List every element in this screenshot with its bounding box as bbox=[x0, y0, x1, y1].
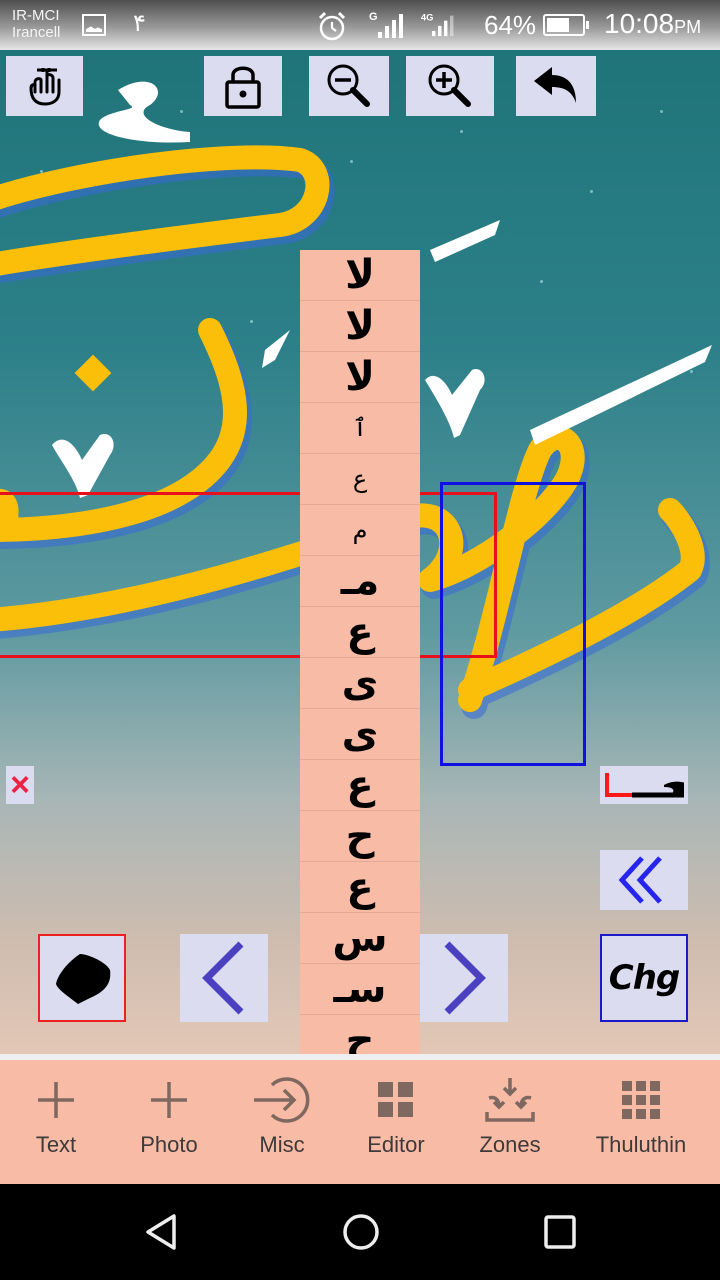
glyph-palette-item[interactable]: ح bbox=[300, 1015, 420, 1054]
clock-suffix: PM bbox=[674, 17, 702, 37]
toolbar-label: Misc bbox=[259, 1132, 305, 1157]
glyph-palette-item[interactable]: ع bbox=[300, 607, 420, 658]
glyph-palette-item[interactable]: ى bbox=[300, 658, 420, 709]
calligraphy-canvas[interactable]: × Chg لا لا لا ٱ ع م مـ ع ى ى ع ح ع س سـ ح bbox=[0, 50, 720, 1054]
glyph-palette-item[interactable]: ح bbox=[300, 811, 420, 862]
carrier-name: IR-MCI Irancell bbox=[12, 7, 60, 41]
plus-icon bbox=[139, 1070, 199, 1130]
toolbar-label: Photo bbox=[140, 1132, 198, 1157]
toolbar-label: Zones bbox=[479, 1132, 541, 1157]
delete-button[interactable]: × bbox=[6, 766, 34, 804]
selection-box-red[interactable] bbox=[0, 492, 497, 658]
undo-button[interactable] bbox=[516, 56, 596, 116]
double-chevron-left-icon bbox=[618, 856, 662, 904]
nib-shape-icon bbox=[56, 954, 111, 1004]
toolbar-item-text[interactable]: Text bbox=[16, 1060, 96, 1184]
zoom-in-button[interactable] bbox=[406, 56, 494, 116]
notification-digit: ۴ bbox=[133, 9, 146, 37]
arrow-circle-icon bbox=[252, 1070, 312, 1130]
signal-g-icon: G bbox=[369, 11, 403, 38]
back-button[interactable] bbox=[138, 1208, 186, 1256]
diacritic-fatha bbox=[530, 345, 712, 445]
svg-text:4G: 4G bbox=[421, 12, 434, 23]
collapse-button[interactable] bbox=[600, 850, 688, 910]
glyph-palette-item[interactable]: مـ bbox=[300, 556, 420, 607]
next-button[interactable] bbox=[420, 934, 508, 1022]
glyph-palette-item[interactable]: لا bbox=[300, 352, 420, 403]
zoom-out-icon bbox=[327, 64, 370, 107]
diacritic-shadda bbox=[425, 369, 485, 438]
recents-square-icon bbox=[544, 1215, 576, 1249]
carrier-line-1: IR-MCI bbox=[12, 7, 60, 24]
glyph-palette-item[interactable]: ٱ bbox=[300, 403, 420, 454]
zoom-in-icon bbox=[428, 64, 471, 107]
glyph-palette-item[interactable]: لا bbox=[300, 250, 420, 301]
android-navigation-bar bbox=[0, 1184, 720, 1280]
kashida-glyph-icon bbox=[605, 773, 684, 798]
diacritic-shadda bbox=[262, 330, 290, 368]
toolbar-label: Thuluthin bbox=[595, 1132, 687, 1157]
change-button-label: Chg bbox=[608, 958, 680, 998]
grid-2x2-icon bbox=[366, 1070, 426, 1130]
glyph-palette[interactable]: لا لا لا ٱ ع م مـ ع ى ى ع ح ع س سـ ح bbox=[300, 250, 420, 1054]
toolbar-item-misc[interactable]: Misc bbox=[242, 1060, 322, 1184]
grid-3x3-icon bbox=[611, 1070, 671, 1130]
touch-mode-button[interactable] bbox=[6, 56, 83, 116]
undo-icon bbox=[534, 67, 576, 103]
signal-4g-icon: 4G bbox=[421, 12, 454, 37]
glyph-palette-item[interactable]: م bbox=[300, 505, 420, 556]
toolbar-label: Editor bbox=[367, 1132, 425, 1157]
change-button[interactable]: Chg bbox=[600, 934, 688, 1022]
toolbar-item-editor[interactable]: Editor bbox=[356, 1060, 436, 1184]
chevron-left-icon bbox=[202, 941, 244, 1015]
lock-button[interactable] bbox=[204, 56, 282, 116]
bottom-toolbar: Text Photo Misc Editor Zones Thuluthin bbox=[0, 1060, 720, 1184]
glyph-palette-item[interactable]: سـ bbox=[300, 964, 420, 1015]
glyph-palette-item[interactable]: ى bbox=[300, 709, 420, 760]
carrier-line-2: Irancell bbox=[12, 24, 61, 41]
glyph-palette-item[interactable]: ع bbox=[300, 760, 420, 811]
chevron-right-icon bbox=[444, 941, 486, 1015]
glyph-palette-item[interactable]: ع bbox=[300, 454, 420, 505]
delete-icon: × bbox=[10, 766, 30, 804]
glyph-palette-item[interactable]: س bbox=[300, 913, 420, 964]
svg-text:G: G bbox=[369, 11, 378, 23]
selection-box-blue[interactable] bbox=[440, 482, 586, 766]
hand-touch-icon bbox=[29, 68, 60, 106]
glyph-palette-item[interactable]: ع bbox=[300, 862, 420, 913]
previous-button[interactable] bbox=[180, 934, 268, 1022]
plus-icon bbox=[26, 1070, 86, 1130]
battery-icon bbox=[543, 14, 589, 36]
recents-button[interactable] bbox=[536, 1208, 584, 1256]
home-circle-icon bbox=[343, 1214, 379, 1250]
image-notification-icon bbox=[82, 14, 106, 36]
calligraphy-dot bbox=[74, 354, 112, 392]
zones-download-icon bbox=[480, 1070, 540, 1130]
clock-time: 10:08 bbox=[604, 8, 675, 39]
home-button[interactable] bbox=[337, 1208, 385, 1256]
battery-percent: 64% bbox=[484, 10, 537, 40]
diacritic-shadda bbox=[52, 434, 114, 498]
back-triangle-icon bbox=[146, 1214, 176, 1250]
kashida-preview-button[interactable] bbox=[600, 766, 688, 804]
diacritic-ya bbox=[98, 81, 190, 143]
toolbar-item-zones[interactable]: Zones bbox=[470, 1060, 550, 1184]
zoom-out-button[interactable] bbox=[309, 56, 389, 116]
lock-icon bbox=[225, 66, 261, 109]
glyph-palette-item[interactable]: لا bbox=[300, 301, 420, 352]
status-bar: IR-MCI Irancell ۴ G 4G 64% 10:08PM bbox=[0, 0, 720, 50]
toolbar-label: Text bbox=[35, 1132, 77, 1157]
alarm-icon bbox=[318, 11, 346, 41]
nib-shape-button[interactable] bbox=[38, 934, 126, 1022]
clock: 10:08PM bbox=[604, 8, 701, 40]
diacritic-fatha bbox=[430, 220, 500, 262]
toolbar-item-thuluthin[interactable]: Thuluthin bbox=[586, 1060, 696, 1184]
toolbar-item-photo[interactable]: Photo bbox=[129, 1060, 209, 1184]
